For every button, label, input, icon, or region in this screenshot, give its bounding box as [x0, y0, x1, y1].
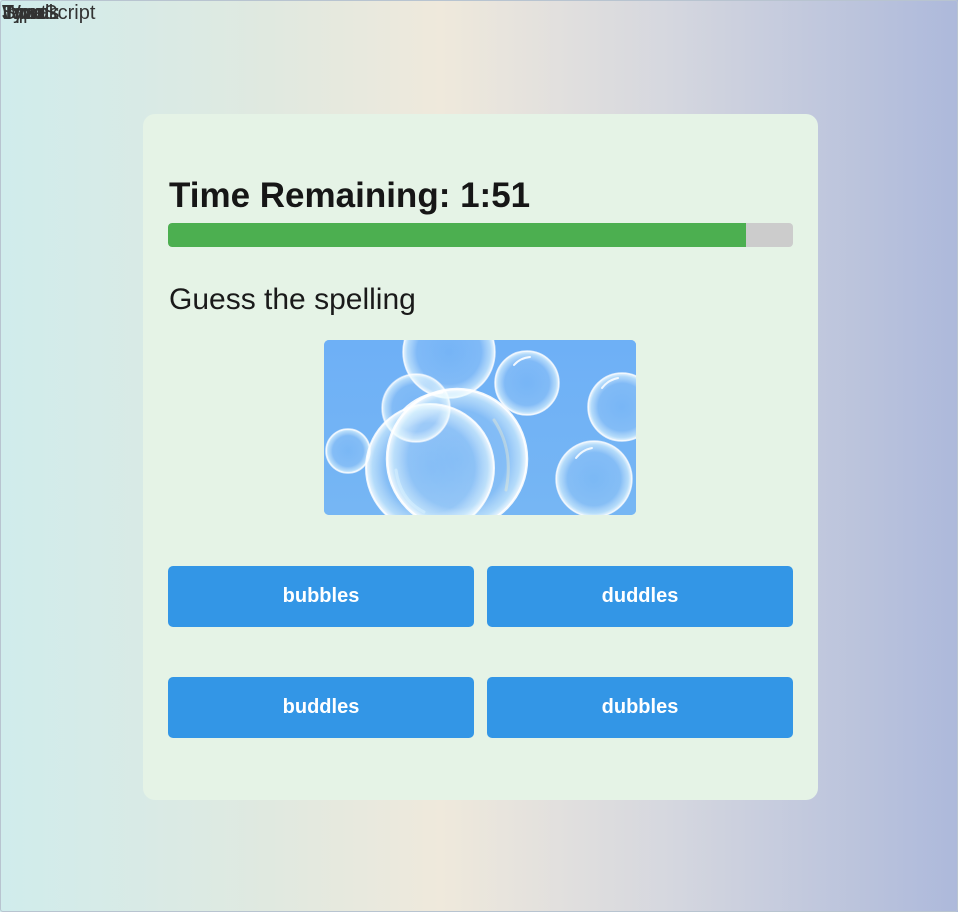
time-progress-bar: [168, 223, 793, 247]
choice-button-3[interactable]: buddles: [168, 677, 474, 738]
choice-button-2[interactable]: duddles: [487, 566, 793, 627]
choice-button-4[interactable]: dubbles: [487, 677, 793, 738]
time-progress-fill: [168, 223, 747, 247]
time-remaining-label: Time Remaining: 1:51: [169, 176, 531, 215]
choice-button-1[interactable]: bubbles: [168, 566, 474, 627]
header-label-type: Type: [2, 2, 46, 24]
game-card: Time Remaining: 1:51 Guess the spelling: [143, 114, 818, 800]
bubbles-image: [324, 340, 636, 515]
question-prompt: Guess the spelling: [169, 283, 416, 316]
